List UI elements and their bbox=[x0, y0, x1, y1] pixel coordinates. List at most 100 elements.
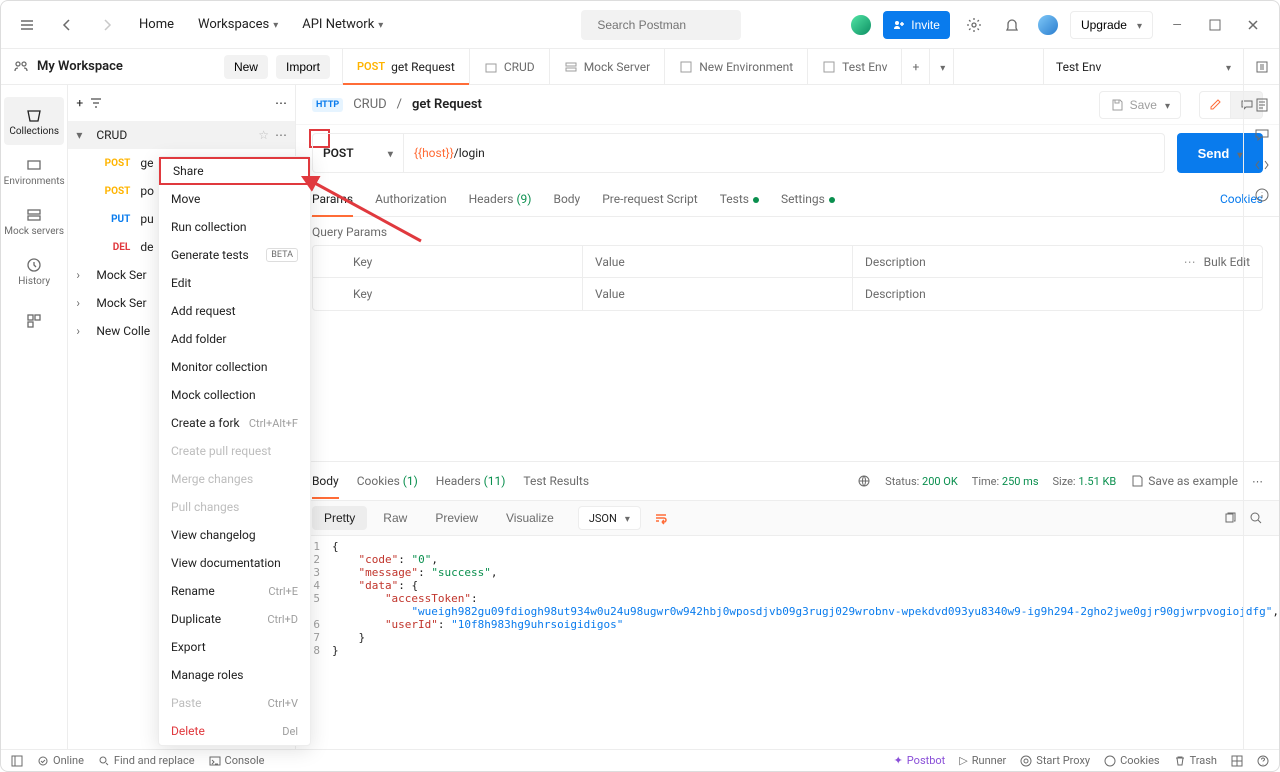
collection-crud[interactable]: ▾ CRUD ☆ ⋯ bbox=[68, 121, 295, 149]
new-tab-button[interactable]: + bbox=[902, 49, 930, 84]
wrap-lines-icon[interactable] bbox=[649, 506, 673, 530]
menu-generate-tests[interactable]: Generate testsBETA bbox=[159, 241, 310, 269]
comments-icon[interactable] bbox=[1254, 127, 1270, 143]
menu-rename[interactable]: RenameCtrl+E bbox=[159, 577, 310, 605]
tab-test-env[interactable]: Test Env bbox=[808, 49, 902, 84]
notifications-icon[interactable] bbox=[998, 11, 1026, 39]
menu-monitor-collection[interactable]: Monitor collection bbox=[159, 353, 310, 381]
add-icon[interactable]: + bbox=[76, 96, 83, 110]
back-icon[interactable] bbox=[53, 11, 81, 39]
footer-cookies[interactable]: Cookies bbox=[1104, 754, 1159, 767]
resp-tab-test-results[interactable]: Test Results bbox=[523, 463, 589, 499]
avatar[interactable] bbox=[849, 13, 873, 37]
close-icon[interactable] bbox=[1239, 11, 1267, 39]
menu-run-collection[interactable]: Run collection bbox=[159, 213, 310, 241]
tab-settings[interactable]: Settings bbox=[781, 182, 835, 216]
invite-button[interactable]: Invite bbox=[883, 11, 950, 39]
menu-add-request[interactable]: Add request bbox=[159, 297, 310, 325]
tab-params[interactable]: Params bbox=[312, 182, 353, 216]
star-icon[interactable]: ☆ bbox=[258, 128, 269, 142]
environment-selector[interactable]: Test Env bbox=[1043, 49, 1243, 84]
network-icon[interactable] bbox=[857, 474, 871, 488]
tab-mock-server[interactable]: Mock Server bbox=[550, 49, 666, 84]
tab-crud[interactable]: CRUD bbox=[470, 49, 550, 84]
edit-icon[interactable] bbox=[1199, 91, 1231, 119]
footer-panels-icon[interactable] bbox=[11, 755, 23, 767]
sidebar-collections[interactable]: Collections bbox=[4, 97, 64, 145]
menu-mock-collection[interactable]: Mock collection bbox=[159, 381, 310, 409]
menu-view-documentation[interactable]: View documentation bbox=[159, 549, 310, 577]
url-input[interactable]: {{host}}/login bbox=[404, 133, 1165, 173]
method-select[interactable]: POST bbox=[312, 133, 404, 173]
breadcrumb-collection[interactable]: CRUD bbox=[353, 97, 386, 112]
footer-console[interactable]: Console bbox=[209, 754, 265, 767]
filter-icon[interactable] bbox=[89, 96, 103, 110]
menu-create-fork[interactable]: Create a forkCtrl+Alt+F bbox=[159, 409, 310, 437]
footer-help-icon[interactable] bbox=[1257, 755, 1269, 767]
nav-api-network[interactable]: API Network bbox=[296, 13, 389, 36]
hamburger-icon[interactable] bbox=[13, 11, 41, 39]
view-preview[interactable]: Preview bbox=[423, 506, 490, 530]
new-button[interactable]: New bbox=[224, 55, 268, 79]
footer-postbot[interactable]: ✦ Postbot bbox=[894, 754, 946, 767]
response-body[interactable]: 1{ 2 "code": "0", 3 "message": "success"… bbox=[296, 536, 1279, 749]
menu-share[interactable]: Share bbox=[159, 157, 310, 185]
minimize-icon[interactable]: — bbox=[1163, 11, 1191, 39]
tab-overflow[interactable] bbox=[930, 49, 954, 84]
menu-manage-roles[interactable]: Manage roles bbox=[159, 661, 310, 689]
info-icon[interactable] bbox=[1254, 187, 1270, 203]
maximize-icon[interactable] bbox=[1201, 11, 1229, 39]
footer-trash[interactable]: Trash bbox=[1174, 754, 1217, 767]
view-visualize[interactable]: Visualize bbox=[494, 506, 566, 530]
forward-icon[interactable] bbox=[93, 11, 121, 39]
upgrade-button[interactable]: Upgrade bbox=[1070, 11, 1153, 39]
sidebar-history[interactable]: History bbox=[4, 247, 64, 295]
resp-tab-body[interactable]: Body bbox=[312, 463, 339, 499]
sidebar-mock-servers[interactable]: Mock servers bbox=[4, 197, 64, 245]
search-input[interactable] bbox=[581, 10, 741, 40]
tab-body[interactable]: Body bbox=[553, 182, 580, 216]
view-pretty[interactable]: Pretty bbox=[312, 506, 367, 530]
save-as-example[interactable]: Save as example bbox=[1130, 474, 1238, 488]
tab-tests[interactable]: Tests bbox=[720, 182, 759, 216]
sidebar-more[interactable] bbox=[4, 297, 64, 345]
import-button[interactable]: Import bbox=[276, 55, 330, 79]
settings-icon[interactable] bbox=[960, 11, 988, 39]
view-raw[interactable]: Raw bbox=[371, 506, 419, 530]
save-button[interactable]: Save bbox=[1099, 91, 1181, 119]
param-value-input[interactable]: Value bbox=[583, 278, 853, 310]
footer-layout-icon[interactable] bbox=[1231, 755, 1243, 767]
tab-headers[interactable]: Headers (9) bbox=[469, 182, 532, 216]
resp-tab-cookies[interactable]: Cookies (1) bbox=[357, 463, 418, 499]
menu-view-changelog[interactable]: View changelog bbox=[159, 521, 310, 549]
param-key-input[interactable]: Key bbox=[313, 278, 583, 310]
menu-delete[interactable]: DeleteDel bbox=[159, 717, 310, 745]
tab-prerequest[interactable]: Pre-request Script bbox=[602, 182, 697, 216]
footer-find-replace[interactable]: Find and replace bbox=[98, 754, 195, 767]
code-icon[interactable] bbox=[1254, 157, 1270, 173]
param-desc-input[interactable]: Description bbox=[853, 278, 1152, 310]
tab-get-request[interactable]: POST get Request bbox=[343, 49, 470, 84]
resp-tab-headers[interactable]: Headers (11) bbox=[436, 463, 506, 499]
menu-move[interactable]: Move bbox=[159, 185, 310, 213]
nav-home[interactable]: Home bbox=[133, 13, 180, 36]
menu-edit[interactable]: Edit bbox=[159, 269, 310, 297]
footer-runner[interactable]: ▷ Runner bbox=[959, 754, 1006, 767]
docs-icon[interactable] bbox=[1254, 97, 1270, 113]
env-quicklook-icon[interactable] bbox=[1243, 49, 1279, 84]
format-select[interactable]: JSON bbox=[578, 506, 641, 530]
collection-options-icon[interactable]: ⋯ bbox=[275, 96, 287, 110]
copy-icon[interactable] bbox=[1223, 511, 1237, 525]
tab-new-environment[interactable]: New Environment bbox=[665, 49, 808, 84]
collection-menu-icon[interactable]: ⋯ bbox=[275, 128, 287, 142]
avatar-secondary[interactable] bbox=[1036, 13, 1060, 37]
footer-start-proxy[interactable]: Start Proxy bbox=[1020, 754, 1090, 767]
menu-duplicate[interactable]: DuplicateCtrl+D bbox=[159, 605, 310, 633]
menu-add-folder[interactable]: Add folder bbox=[159, 325, 310, 353]
col-options-icon[interactable]: ⋯ bbox=[1184, 255, 1196, 269]
footer-online[interactable]: Online bbox=[37, 754, 84, 767]
menu-export[interactable]: Export bbox=[159, 633, 310, 661]
nav-workspaces[interactable]: Workspaces bbox=[192, 13, 284, 36]
sidebar-environments[interactable]: Environments bbox=[4, 147, 64, 195]
tab-authorization[interactable]: Authorization bbox=[375, 182, 447, 216]
